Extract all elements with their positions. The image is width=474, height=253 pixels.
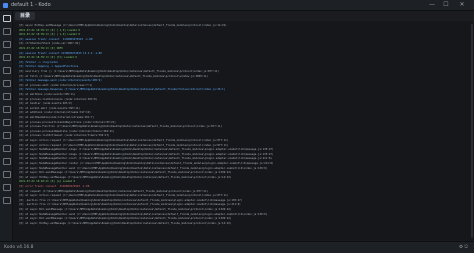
grid-icon[interactable] bbox=[3, 93, 11, 100]
log-line: [0] at process.processImmediate (node:in… bbox=[19, 129, 115, 133]
log-line: [0] at process.Function (C:\Users\HHH\Ap… bbox=[19, 125, 223, 129]
log-line: [0] fetcher -> <log:kodo> bbox=[19, 60, 59, 64]
minimize-button[interactable]: — bbox=[426, 0, 438, 10]
log-line: 2021-07-02 18:39:13 [0] INFO bbox=[19, 47, 63, 50]
log-line: 2021-07-02 18:39:13 [0] [ 1,0] Loaded 0 bbox=[19, 33, 80, 37]
log-line: [0] at process.emit (node:internal/proce… bbox=[19, 83, 93, 87]
cloud-icon[interactable] bbox=[3, 132, 11, 139]
log-line: [0] at async NodeMessageHandler.send (C:… bbox=[19, 212, 268, 216]
log-line: [0] at async Bot.sendMessage (C:\Users\H… bbox=[19, 217, 232, 221]
log-line: [0] at handler (node:events:405:9) bbox=[19, 102, 73, 106]
log-line: [0] at emitDone (node:events:395:11) bbox=[19, 93, 76, 96]
log-line: [0] at process.listOnTimeout (node:inter… bbox=[19, 134, 110, 138]
log-line: [0] at addChunk (node:internal/streams:3… bbox=[19, 111, 91, 115]
log-line: [0] fetcher message.send (node:internal/… bbox=[19, 79, 102, 83]
help-icon[interactable] bbox=[3, 197, 11, 204]
log-line: [0] at async Bot.sendMessage (C:\Users\H… bbox=[19, 171, 232, 175]
stats-icon[interactable] bbox=[3, 171, 11, 178]
log-line: [0] at process.processTicksAndRejections… bbox=[19, 120, 116, 124]
log-line: [0] async HotKey.setMessage (C:\Users\HH… bbox=[19, 24, 227, 27]
log-line: [0] at async NodeMessageHandler.send (C:… bbox=[19, 166, 268, 170]
log-line: [0] at async HotKey.setMessage (C:\Users… bbox=[19, 175, 232, 179]
list-icon[interactable] bbox=[3, 80, 11, 87]
log-line: [0] at async Bot.sendMessage (C:\Users\H… bbox=[19, 208, 232, 211]
folder-icon[interactable] bbox=[3, 41, 11, 48]
user-icon[interactable] bbox=[3, 106, 11, 113]
log-line: [0] at async Action.request (C:\Users\HH… bbox=[19, 194, 229, 198]
log-line: [0] at async Action.request (C:\Users\HH… bbox=[19, 139, 229, 142]
title-bar: default 1 - Kodo bbox=[0, 0, 474, 11]
toolbar: 目录 bbox=[13, 11, 474, 21]
log-line: [0] ctrlHandlerStack [node-ver:1667.92] bbox=[19, 42, 80, 46]
log-line: 2021-07-02 18:39:13 [0] [ 1,0] Loaded 0 bbox=[19, 28, 80, 32]
log-line: [0] session Fresh: connect 3130003274523… bbox=[19, 51, 102, 55]
gear-icon[interactable] bbox=[3, 119, 11, 126]
sidebar bbox=[0, 11, 13, 241]
status-version: Kodo v4.16.8 bbox=[4, 245, 34, 250]
log-line: [0] at async NodeMessageHandler.image (C… bbox=[19, 152, 274, 156]
terminal-output[interactable]: [0] async HotKey.setMessage (C:\Users\HH… bbox=[13, 22, 474, 240]
log-line: [0] .$action file (C:\Users\HHH\AppData\… bbox=[19, 198, 243, 202]
log-line: [0] error fresh: connect 3130003274523 -… bbox=[19, 185, 90, 188]
status-actions[interactable]: ⚙ ⎋ bbox=[459, 242, 468, 253]
log-line: [0] at socket.emit (node:events:395:11) bbox=[19, 106, 80, 110]
window-title: default 1 - Kodo bbox=[11, 2, 51, 8]
log-line: [0] session fresh: connect 3130003274523… bbox=[19, 37, 93, 41]
log-line: [0] fetcher message.Response (C:\Users\H… bbox=[19, 88, 226, 92]
terminal-icon[interactable] bbox=[3, 15, 11, 22]
status-bar: Kodo v4.16.8 ⚙ ⎋ bbox=[0, 241, 474, 253]
log-line: [0] fetcher mapping -> AppendFunctions bbox=[19, 65, 79, 69]
log-line: [0] at async Action.request (C:\Users\HH… bbox=[19, 143, 229, 147]
log-line: [0] at fetch (C:\Users\HHH\AppData\Roami… bbox=[19, 74, 208, 78]
log-line: [0] at emitReadable(node:internal/stream… bbox=[19, 116, 94, 119]
log-line: [0] .$action file (C:\Users\HHH\AppData\… bbox=[19, 203, 241, 207]
app-logo-icon bbox=[3, 2, 8, 8]
log-line: [0] at request (C:\Users\HHH\AppData\Roa… bbox=[19, 189, 208, 193]
settings-icon[interactable] bbox=[3, 67, 11, 74]
maximize-button[interactable]: ☐ bbox=[440, 0, 452, 10]
history-icon[interactable] bbox=[3, 145, 11, 152]
share-icon[interactable] bbox=[3, 54, 11, 61]
bookmark-icon[interactable] bbox=[3, 158, 11, 165]
log-line: 2021-07-02 18:39:13 [0] [tl] Loaded 0 bbox=[19, 56, 77, 60]
scrollbar[interactable] bbox=[471, 24, 473, 238]
search-icon[interactable] bbox=[3, 28, 11, 35]
log-line: [0] at async NodeMessageHandler.visit (C… bbox=[19, 157, 272, 161]
tab-directory[interactable]: 目录 bbox=[15, 12, 36, 20]
log-line: [0] at async HotKey.setMessage (C:\Users… bbox=[19, 221, 232, 225]
log-line: [0] at process.listOnConsole (node:inter… bbox=[19, 97, 98, 101]
log-line: [0] auxiliary from () (C:\Users\HHH\AppD… bbox=[19, 70, 219, 73]
log-line: [0] at async NodeMessageHandler.render (… bbox=[19, 162, 274, 165]
shield-icon[interactable] bbox=[3, 184, 11, 191]
close-button[interactable]: ✕ bbox=[456, 0, 468, 10]
log-line: 2021-07-02 18:40:21 [0] [w] Loaded 0 bbox=[19, 180, 76, 184]
log-line: [0] at async NodeMessageHandler.image (C… bbox=[19, 148, 274, 152]
